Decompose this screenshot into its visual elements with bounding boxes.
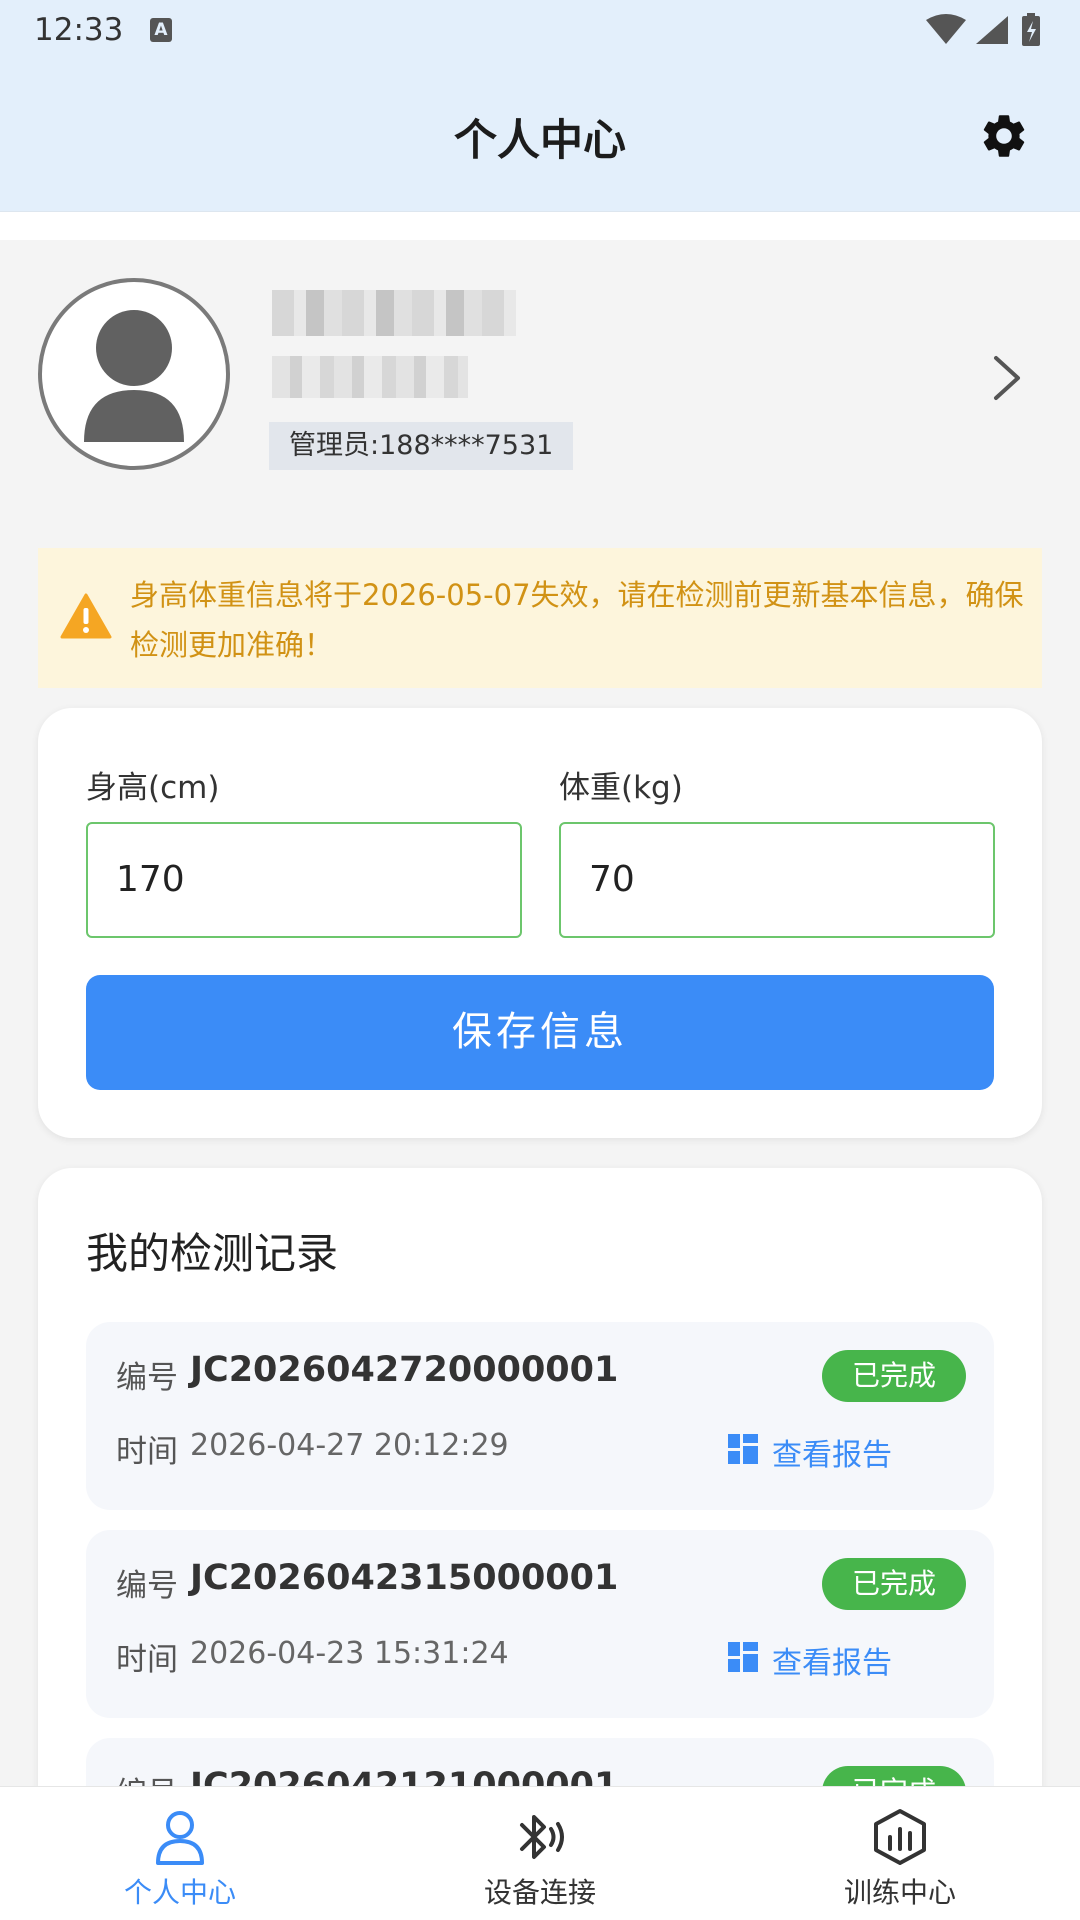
- bluetooth-icon: [520, 1815, 564, 1859]
- bottom-nav: 个人中心 设备连接 训练中心: [0, 1786, 1080, 1920]
- status-badge: 已完成: [822, 1558, 966, 1610]
- record-id: JC2026042720000001: [190, 1350, 619, 1390]
- grid-icon: [728, 1642, 758, 1672]
- nav-item-profile[interactable]: 个人中心: [60, 1787, 300, 1920]
- blurred-user-info: [272, 356, 468, 398]
- view-report-label: 查看报告: [772, 1646, 892, 1681]
- battery-icon: [1022, 13, 1040, 46]
- view-report-label: 查看报告: [772, 1438, 892, 1473]
- page-title: 个人中心: [454, 116, 626, 166]
- save-button[interactable]: 保存信息: [86, 975, 994, 1090]
- weight-label: 体重(kg): [559, 770, 683, 806]
- status-time: 12:33: [34, 12, 124, 48]
- record-time-label: 时间: [116, 1642, 178, 1678]
- admin-tag: 管理员:188****7531: [269, 422, 574, 470]
- view-report-link[interactable]: 查看报告: [728, 1638, 948, 1681]
- weight-input[interactable]: 70: [559, 822, 995, 938]
- status-bar: 12:33 A: [0, 0, 1080, 60]
- view-report-link[interactable]: 查看报告: [728, 1430, 948, 1473]
- nav-label-training: 训练中心: [843, 1876, 956, 1909]
- record-time: 2026-04-23 15:31:24: [190, 1636, 509, 1671]
- grid-icon: [728, 1434, 758, 1464]
- nav-item-device[interactable]: 设备连接: [420, 1787, 660, 1920]
- profile-section[interactable]: 管理员:188****7531: [0, 240, 1080, 530]
- nav-label-device: 设备连接: [483, 1876, 596, 1909]
- status-badge: 已完成: [822, 1350, 966, 1402]
- gear-icon[interactable]: [978, 110, 1030, 162]
- records-title: 我的检测记录: [86, 1229, 339, 1278]
- height-label: 身高(cm): [86, 770, 220, 806]
- record-time: 2026-04-27 20:12:29: [190, 1428, 509, 1463]
- record-item[interactable]: 编号 JC2026042720000001 已完成 时间 2026-04-27 …: [86, 1322, 994, 1510]
- user-avatar-icon: [84, 310, 184, 442]
- person-icon: [156, 1811, 204, 1865]
- warning-icon: [60, 593, 112, 639]
- warning-text: 身高体重信息将于2026-05-07失效，请在检测前更新基本信息，确保检测更加准…: [130, 578, 1024, 662]
- nav-item-training[interactable]: 训练中心: [780, 1787, 1020, 1920]
- app-header: 个人中心: [0, 60, 1080, 212]
- record-id-label: 编号: [116, 1360, 178, 1396]
- header-divider: [0, 212, 1080, 240]
- chevron-right-icon[interactable]: [990, 352, 1024, 404]
- body-info-card: 身高(cm) 体重(kg) 170 70 保存信息: [38, 708, 1042, 1138]
- nav-label-profile: 个人中心: [123, 1876, 236, 1909]
- avatar[interactable]: [38, 278, 230, 470]
- blurred-username: [272, 290, 516, 336]
- notification-icon: A: [150, 18, 172, 42]
- record-id-label: 编号: [116, 1568, 178, 1604]
- status-icons: [926, 13, 1040, 46]
- record-time-label: 时间: [116, 1434, 178, 1470]
- wifi-icon: [926, 14, 966, 44]
- chart-hexagon-icon: [874, 1809, 926, 1865]
- record-item[interactable]: 编号 JC2026042315000001 已完成 时间 2026-04-23 …: [86, 1530, 994, 1718]
- record-id: JC2026042315000001: [190, 1558, 619, 1598]
- signal-icon: [976, 16, 1008, 44]
- height-input[interactable]: 170: [86, 822, 522, 938]
- warning-banner: 身高体重信息将于2026-05-07失效，请在检测前更新基本信息，确保检测更加准…: [38, 548, 1042, 688]
